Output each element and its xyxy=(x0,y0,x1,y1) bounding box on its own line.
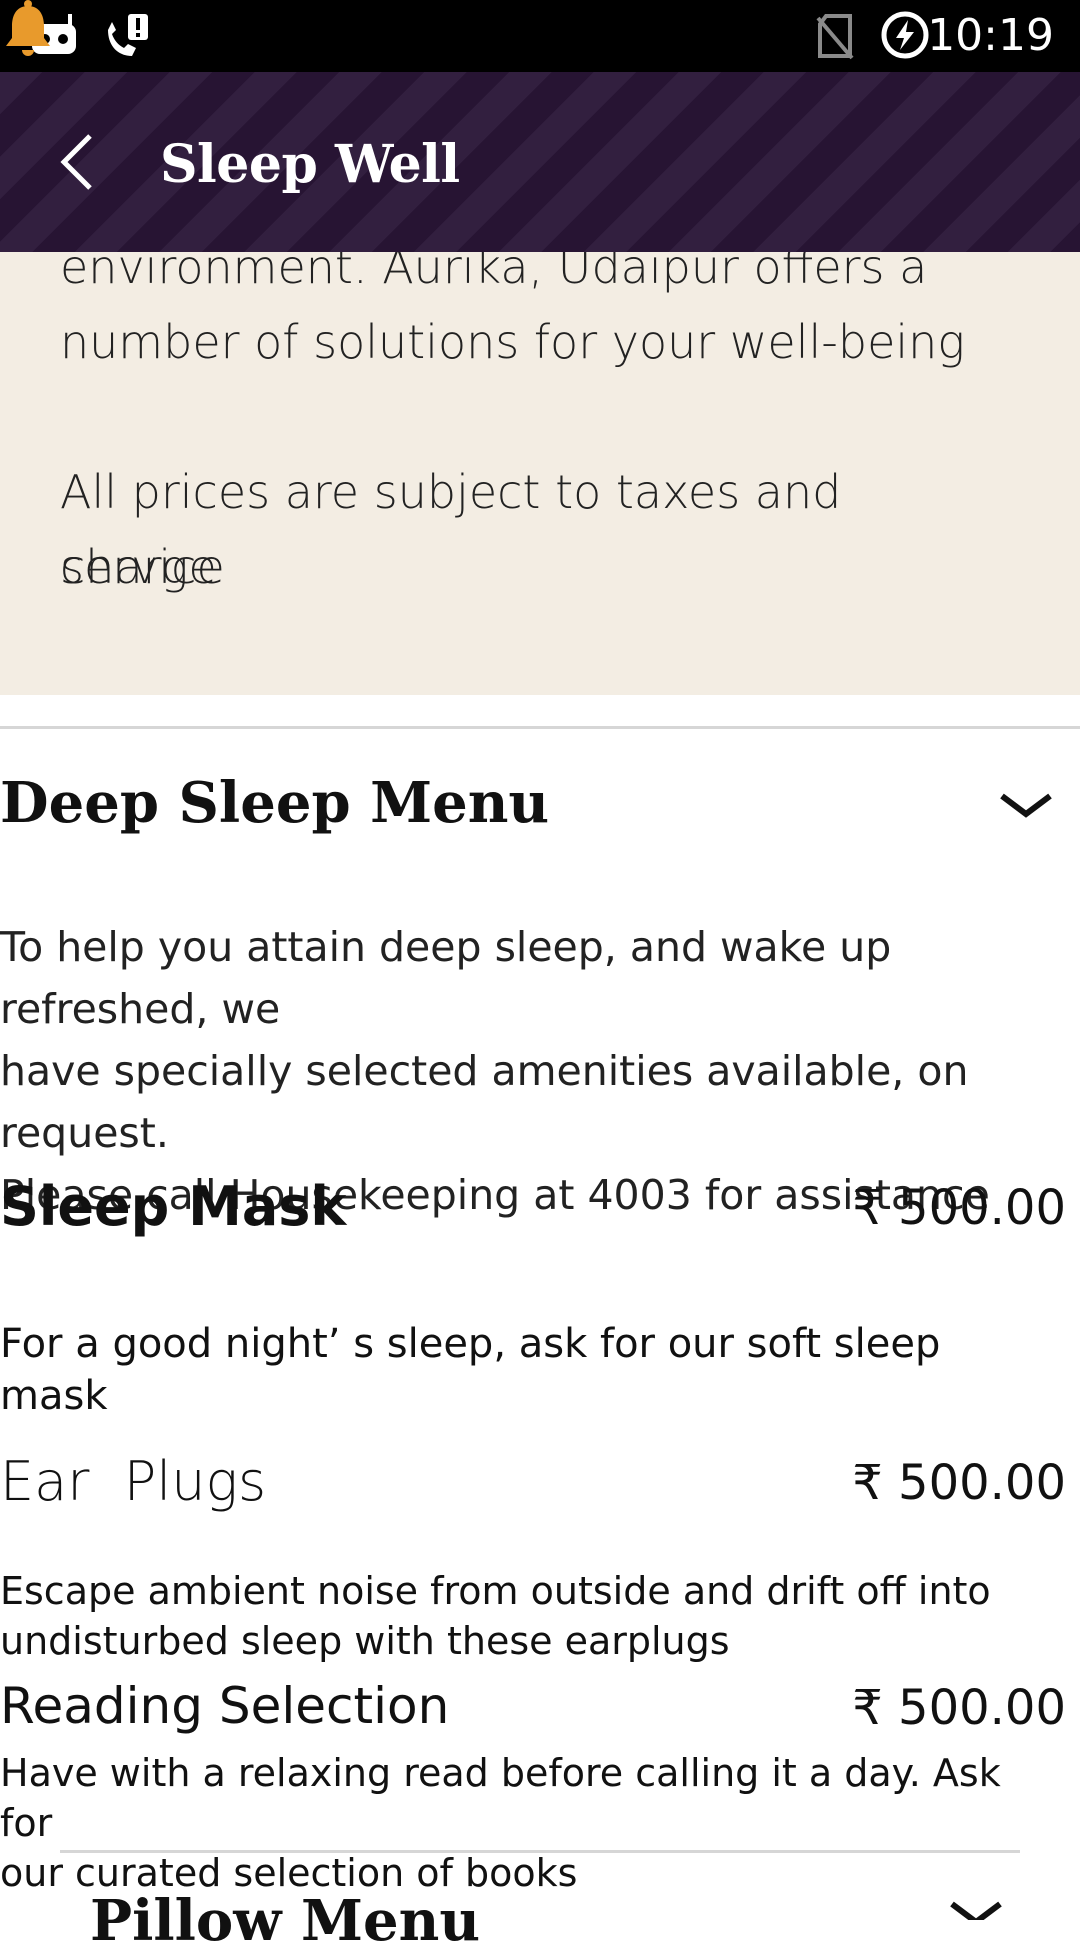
taxes-note-line2: charge xyxy=(60,540,217,594)
item-description: For a good night’ s sleep, ask for our s… xyxy=(0,1321,941,1419)
item-description: Escape ambient noise from outside and dr… xyxy=(0,1566,1060,1666)
battery-charging-icon xyxy=(880,10,930,65)
section-title: Deep Sleep Menu xyxy=(0,770,550,836)
chevron-down-icon[interactable] xyxy=(948,1900,1004,1926)
clock: 10:19 xyxy=(927,10,1054,61)
phone-alert-icon xyxy=(102,12,150,65)
back-button[interactable] xyxy=(56,130,100,194)
item-price: ₹ 500.00 xyxy=(852,1680,1066,1736)
item-price: ₹ 500.00 xyxy=(852,1455,1066,1511)
item-description: Have with a relaxing read before calling… xyxy=(0,1748,1060,1898)
intro-text: number of solutions for your well-being xyxy=(60,315,965,369)
no-sim-icon xyxy=(816,12,854,65)
item-description-line: Have with a relaxing read before calling… xyxy=(0,1751,1001,1845)
chevron-down-icon[interactable] xyxy=(998,790,1054,825)
section-description-line: To help you attain deep sleep, and wake … xyxy=(0,923,892,1033)
app-bar: Sleep Well xyxy=(0,72,1080,252)
section-description-line: have specially selected amenities availa… xyxy=(0,1047,969,1157)
intro-panel: environment. Aurika, Udaipur offers a nu… xyxy=(0,180,1080,695)
item-description-line: undisturbed sleep with these earplugs xyxy=(0,1619,730,1663)
item-name: Reading Selection xyxy=(0,1677,450,1735)
item-name: Ear Plugs xyxy=(0,1450,267,1513)
section-title: Pillow Menu xyxy=(90,1888,481,1954)
section-divider xyxy=(0,726,1080,729)
page-title: Sleep Well xyxy=(160,134,460,195)
section-divider xyxy=(60,1850,1020,1853)
notification-button[interactable] xyxy=(0,0,56,65)
chevron-left-icon xyxy=(60,134,92,190)
item-name: Sleep Mask xyxy=(0,1175,347,1238)
item-description-line: Escape ambient noise from outside and dr… xyxy=(0,1569,991,1613)
bell-icon xyxy=(6,0,50,56)
status-bar: 10:19 xyxy=(0,0,1080,72)
item-price: ₹ 500.00 xyxy=(852,1180,1066,1236)
